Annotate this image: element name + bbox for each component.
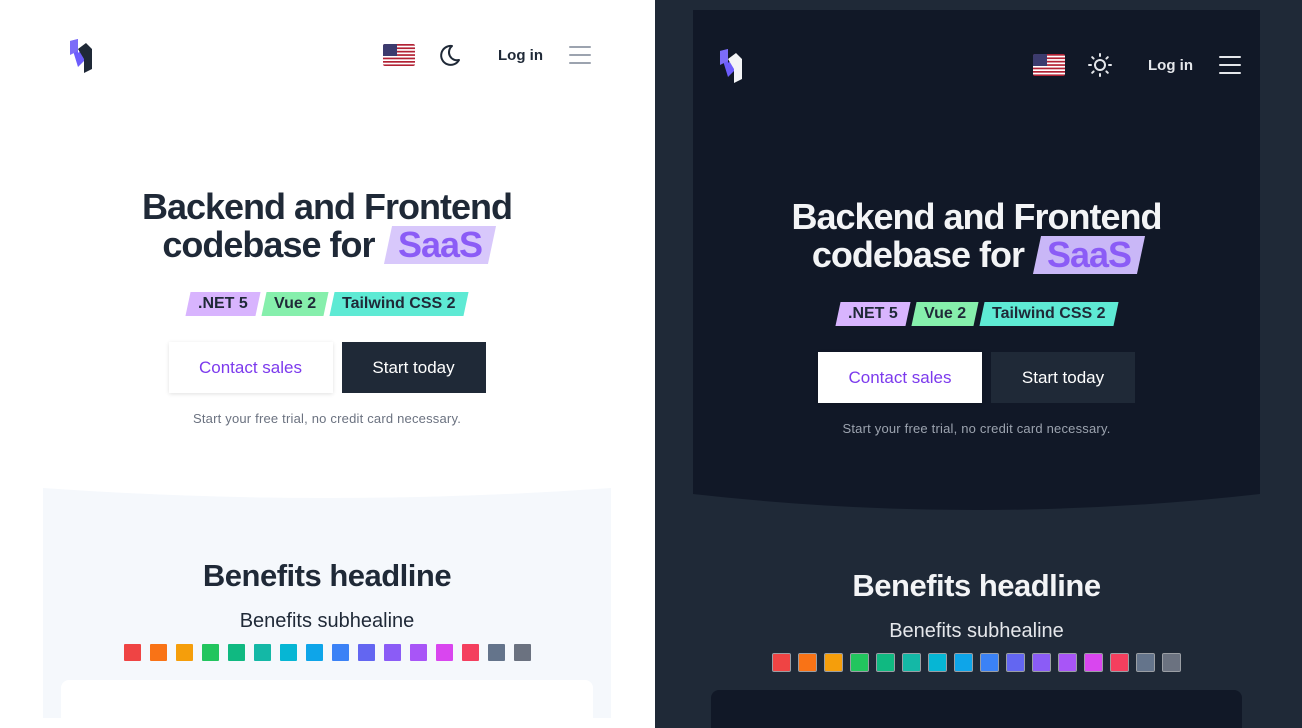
color-swatch[interactable] [149, 644, 167, 661]
hamburger-menu-icon[interactable] [569, 46, 591, 64]
color-swatch[interactable] [824, 653, 843, 672]
color-swatch[interactable] [876, 653, 895, 672]
logo-icon[interactable] [718, 49, 744, 83]
color-swatch[interactable] [1110, 653, 1129, 672]
color-swatch[interactable] [954, 653, 973, 672]
color-swatch[interactable] [331, 644, 349, 661]
color-swatch[interactable] [798, 653, 817, 672]
tag-vue: Vue 2 [911, 302, 979, 326]
us-flag-icon[interactable] [383, 44, 415, 66]
hero-title: Backend and Frontend codebase for SaaS [43, 186, 611, 266]
color-swatch[interactable] [279, 644, 297, 661]
color-swatch[interactable] [201, 644, 219, 661]
moon-icon[interactable] [437, 42, 463, 68]
color-swatch[interactable] [253, 644, 271, 661]
color-swatch[interactable] [175, 644, 193, 661]
header: Log in [693, 40, 1260, 92]
tech-tags: .NET 5 Vue 2 Tailwind CSS 2 [693, 302, 1260, 326]
color-swatch[interactable] [1162, 653, 1181, 672]
trial-note: Start your free trial, no credit card ne… [842, 421, 1111, 436]
hero-title-line1: Backend and Frontend [141, 186, 513, 227]
light-page: Log in Backend and Frontend codebase for… [43, 0, 611, 718]
hero-title-line1: Backend and Frontend [791, 196, 1162, 237]
stats-card [61, 680, 593, 718]
color-swatch[interactable] [409, 644, 427, 661]
color-swatch[interactable] [1032, 653, 1051, 672]
saas-highlight: SaaS [383, 224, 496, 265]
light-theme-preview: Log in Backend and Frontend codebase for… [0, 0, 655, 728]
contact-sales-button[interactable]: Contact sales [168, 342, 333, 393]
cta-buttons: Contact sales Start today [43, 342, 611, 393]
sun-icon[interactable] [1087, 52, 1113, 78]
color-swatch[interactable] [305, 644, 323, 661]
color-palette [43, 644, 611, 661]
color-swatch[interactable] [902, 653, 921, 672]
us-flag-icon[interactable] [1033, 54, 1065, 76]
hamburger-menu-icon[interactable] [1219, 56, 1241, 74]
color-swatch[interactable] [461, 644, 479, 661]
dark-theme-preview: Log in Backend and Frontend codebase for… [655, 0, 1302, 728]
start-today-button[interactable]: Start today [991, 352, 1135, 403]
tag-dotnet: .NET 5 [835, 302, 911, 326]
tech-tags: .NET 5 Vue 2 Tailwind CSS 2 [43, 292, 611, 316]
stats-card [711, 690, 1242, 728]
trial-note: Start your free trial, no credit card ne… [192, 411, 462, 426]
contact-sales-button[interactable]: Contact sales [818, 352, 982, 403]
color-swatch[interactable] [357, 644, 375, 661]
hero-title-line2: codebase for [811, 234, 1025, 275]
color-palette [693, 653, 1260, 672]
color-swatch[interactable] [513, 644, 531, 661]
login-link[interactable]: Log in [498, 47, 543, 64]
color-swatch[interactable] [928, 653, 947, 672]
color-swatch[interactable] [850, 653, 869, 672]
color-swatch[interactable] [383, 644, 401, 661]
color-swatch[interactable] [487, 644, 505, 661]
benefits-subheadline: Benefits subhealine [239, 610, 415, 632]
benefits-subheadline: Benefits subhealine [889, 620, 1064, 642]
tag-dotnet: .NET 5 [185, 292, 261, 316]
hero-title: Backend and Frontend codebase for SaaS [693, 196, 1260, 276]
benefits-headline: Benefits headline [202, 558, 452, 593]
benefits-headline: Benefits headline [852, 568, 1101, 603]
tag-vue: Vue 2 [261, 292, 329, 316]
color-swatch[interactable] [980, 653, 999, 672]
tag-tailwind: Tailwind CSS 2 [979, 302, 1118, 326]
color-swatch[interactable] [772, 653, 791, 672]
color-swatch[interactable] [1084, 653, 1103, 672]
color-swatch[interactable] [1058, 653, 1077, 672]
logo-icon[interactable] [68, 39, 94, 73]
hero-title-line2: codebase for [162, 224, 375, 265]
color-swatch[interactable] [1136, 653, 1155, 672]
dark-page: Log in Backend and Frontend codebase for… [693, 10, 1260, 728]
header: Log in [43, 30, 611, 82]
cta-buttons: Contact sales Start today [693, 352, 1260, 403]
color-swatch[interactable] [227, 644, 245, 661]
color-swatch[interactable] [123, 644, 141, 661]
color-swatch[interactable] [1006, 653, 1025, 672]
color-swatch[interactable] [435, 644, 453, 661]
login-link[interactable]: Log in [1148, 57, 1193, 74]
tag-tailwind: Tailwind CSS 2 [329, 292, 469, 316]
start-today-button[interactable]: Start today [341, 342, 486, 393]
saas-highlight: SaaS [1032, 234, 1146, 275]
